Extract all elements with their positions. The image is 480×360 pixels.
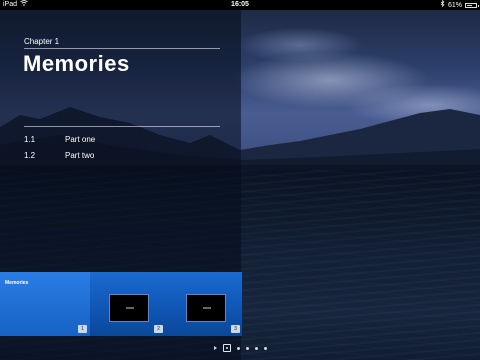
status-time: 16:05 — [231, 1, 249, 8]
page-dot[interactable] — [236, 346, 240, 350]
battery-fill — [467, 5, 472, 6]
page-thumbnail-1[interactable]: Memories 1 — [0, 272, 90, 336]
thumbnail-page-number: 1 — [78, 325, 87, 333]
thumbnail-preview — [186, 294, 226, 322]
toc-item-part-two[interactable]: 1.2 Part two — [24, 151, 94, 160]
page-indicator — [0, 343, 480, 353]
battery-percent: 61% — [447, 1, 462, 9]
thumbnail-preview — [109, 294, 149, 322]
page-dot-current[interactable] — [222, 344, 231, 352]
toc-number: 1.2 — [24, 151, 36, 160]
page-thumbnail-2[interactable]: 2 — [91, 272, 166, 336]
page-thumbnail-3[interactable]: 3 — [167, 272, 242, 336]
battery-icon — [465, 3, 479, 8]
thumbnail-page-number: 3 — [231, 325, 240, 333]
thumbnail-title: Memories — [5, 280, 29, 286]
status-bar: iPad 16:05 61% — [0, 0, 480, 10]
toc-label: Part two — [65, 151, 95, 160]
chapter-label: Chapter 1 — [24, 37, 60, 46]
toc-item-part-one[interactable]: 1.1 Part one — [24, 135, 95, 144]
chapter-title: Memories — [23, 51, 130, 76]
title-divider-bottom — [24, 126, 220, 127]
page-dot[interactable] — [245, 346, 249, 350]
bluetooth-icon — [440, 0, 445, 11]
thumbnail-page-number: 2 — [154, 325, 163, 333]
title-divider-top — [24, 48, 220, 49]
page-dot[interactable] — [263, 346, 267, 350]
page-thumbnail-strip: Memories 1 2 3 — [0, 272, 242, 336]
play-icon[interactable] — [213, 346, 217, 350]
status-right: 61% — [440, 0, 479, 11]
toc-number: 1.1 — [24, 135, 36, 144]
page-dot[interactable] — [254, 346, 258, 350]
toc-label: Part one — [65, 135, 96, 144]
